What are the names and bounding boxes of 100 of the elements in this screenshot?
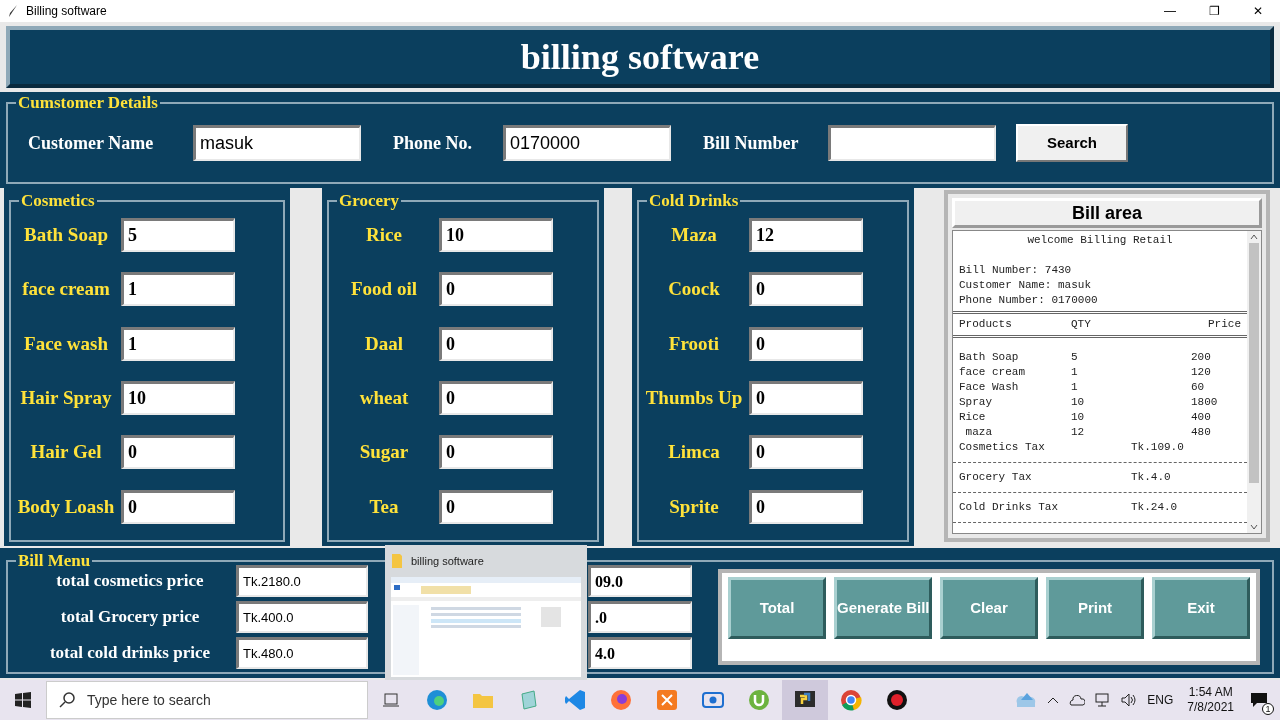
feather-icon <box>8 5 18 17</box>
notification-button[interactable]: 1 <box>1244 685 1274 715</box>
restore-button[interactable]: ❐ <box>1192 0 1236 22</box>
tax-value: Tk.24.0 <box>1131 500 1178 515</box>
quantity-field[interactable]: 0 <box>121 489 235 524</box>
tax-label: Grocery Tax <box>959 470 1033 485</box>
search-button[interactable]: Search <box>1016 124 1128 162</box>
message-icon <box>1250 692 1268 708</box>
bill-info-line: Customer Name: masuk <box>959 278 1093 293</box>
total-label: total Grocery price <box>59 606 201 629</box>
quantity-field[interactable]: 10 <box>439 218 553 253</box>
product-label: Hair Gel <box>29 440 103 465</box>
bill-price: 60 <box>1191 380 1205 395</box>
bill-price: 1800 <box>1191 395 1218 410</box>
bill-product: face cream <box>959 365 1026 380</box>
product-label: Sprite <box>668 494 720 519</box>
input-field[interactable] <box>828 125 996 161</box>
speaker-icon[interactable] <box>1121 693 1138 707</box>
product-label: Daal <box>364 331 404 356</box>
bill-qty: 10 <box>1071 395 1086 410</box>
quantity-field[interactable]: 0 <box>439 272 553 307</box>
window-thumbnail[interactable]: billing software <box>385 545 587 680</box>
search-icon <box>59 692 75 708</box>
app-title: billing software <box>520 36 760 79</box>
bill-qty: 10 <box>1071 410 1086 425</box>
product-label: Tea <box>368 494 400 519</box>
tax-label: Cosmetics Tax <box>959 440 1046 455</box>
input-field[interactable]: 0170000 <box>503 125 671 161</box>
product-label: Sugar <box>358 440 410 465</box>
quantity-field[interactable]: 0 <box>121 435 235 470</box>
window-title: Billing software <box>26 3 107 20</box>
quantity-field[interactable]: 1 <box>121 326 235 361</box>
scrollbar[interactable] <box>1247 231 1261 533</box>
product-label: Rice <box>365 222 403 247</box>
input-field[interactable]: masuk <box>193 125 361 161</box>
folder-icon <box>391 553 403 569</box>
bill-price: 120 <box>1191 365 1211 380</box>
total-field[interactable]: Tk.400.0 <box>236 601 368 633</box>
quantity-field[interactable]: 10 <box>121 381 235 416</box>
clock-date: 7/8/2021 <box>1187 700 1234 715</box>
product-label: Body Loash <box>16 494 116 519</box>
bill-product: Spray <box>959 395 993 410</box>
bill-product: Rice <box>959 410 987 425</box>
thumbnail-title: billing software <box>411 553 484 569</box>
bill-area-heading: Bill area <box>952 198 1262 228</box>
bill-info-line: Bill Number: 7430 <box>959 263 1073 278</box>
quantity-field[interactable]: 0 <box>749 435 863 470</box>
tax-value: Tk.4.0 <box>1131 470 1171 485</box>
tax-label: Cold Drinks Tax <box>959 500 1060 515</box>
quantity-field[interactable]: 0 <box>439 326 553 361</box>
product-label: face cream <box>21 277 111 302</box>
total-field[interactable]: Tk.2180.0 <box>236 565 368 597</box>
bill-price: 400 <box>1191 410 1211 425</box>
tax-value: Tk.109.0 <box>1131 440 1184 455</box>
bill-column-header: Price <box>1208 317 1241 332</box>
bill-price: 200 <box>1191 350 1211 365</box>
bill-column-header: QTY <box>1071 317 1092 332</box>
quantity-field[interactable]: 0 <box>749 326 863 361</box>
search-field[interactable]: Type here to search <box>46 681 368 719</box>
bill-price: 480 <box>1191 425 1211 440</box>
language-indicator[interactable]: ENG <box>1147 691 1174 709</box>
product-label: Face wash <box>23 331 109 356</box>
tax-field[interactable]: 4.0 <box>588 637 692 669</box>
cloud-icon[interactable] <box>1069 694 1086 706</box>
total-label: total cosmetics price <box>55 570 205 593</box>
tax-field[interactable]: .0 <box>588 601 692 633</box>
quantity-field[interactable]: 0 <box>749 489 863 524</box>
bill-qty: 1 <box>1071 365 1079 380</box>
minimize-button[interactable]: — <box>1148 0 1192 22</box>
quantity-field[interactable]: 0 <box>749 381 863 416</box>
close-button[interactable]: ✕ <box>1236 0 1280 22</box>
product-label: Frooti <box>667 331 721 356</box>
product-label: wheat <box>358 385 410 410</box>
product-label: Food oil <box>350 277 418 302</box>
weather-icon <box>1015 691 1038 709</box>
bill-welcome: welcome Billing Retail <box>1026 233 1174 248</box>
bill-product: Face Wash <box>959 380 1020 395</box>
quantity-field[interactable]: 0 <box>439 381 553 416</box>
field-label: Customer Name <box>28 131 155 155</box>
network-icon[interactable] <box>1095 693 1112 707</box>
quantity-field[interactable]: 0 <box>749 272 863 307</box>
quantity-field[interactable]: 5 <box>121 218 235 253</box>
bill-column-header: Products <box>959 317 1013 332</box>
product-label: Thumbs Up <box>644 385 744 410</box>
product-label: Limca <box>667 440 721 465</box>
product-label: Coock <box>667 277 721 302</box>
quantity-field[interactable]: 1 <box>121 272 235 307</box>
product-label: Hair Spray <box>19 385 113 410</box>
bill-info-line: Phone Number: 0170000 <box>959 293 1099 308</box>
clock-time: 1:54 AM <box>1188 685 1233 700</box>
quantity-field[interactable]: 12 <box>749 218 863 253</box>
quantity-field[interactable]: 0 <box>439 435 553 470</box>
bill-product: maza <box>964 425 993 440</box>
total-field[interactable]: Tk.480.0 <box>236 637 368 669</box>
product-label: Maza <box>670 222 718 247</box>
quantity-field[interactable]: 0 <box>439 489 553 524</box>
bill-qty: 1 <box>1071 380 1079 395</box>
notification-badge: 1 <box>1262 703 1274 715</box>
tax-field[interactable]: 09.0 <box>588 565 692 597</box>
chevron-up-icon[interactable] <box>1047 696 1060 704</box>
